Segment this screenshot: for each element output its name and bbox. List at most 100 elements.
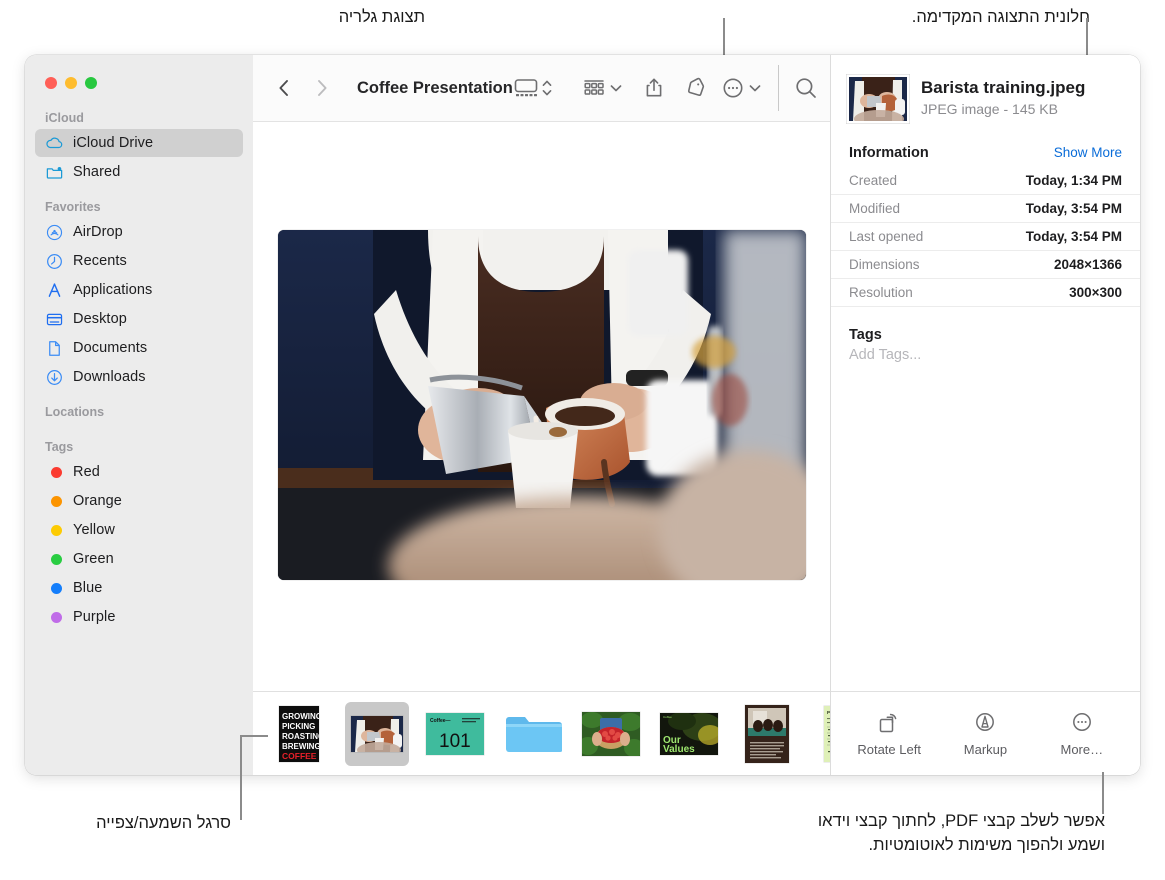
info-key: Created (849, 173, 898, 188)
info-key: Resolution (849, 285, 913, 300)
thumbnail-folder[interactable] (501, 702, 565, 766)
sidebar-group-locations: Locations (25, 405, 253, 422)
tag-dot-icon (45, 492, 64, 511)
rotate-left-icon (879, 713, 897, 732)
sidebar-item-tag-purple[interactable]: Purple (35, 603, 243, 631)
close-button[interactable] (45, 77, 57, 89)
back-button[interactable] (271, 73, 296, 103)
share-button[interactable] (641, 73, 667, 103)
chevron-left-icon (279, 80, 288, 96)
thumbnail-produce-invoice[interactable]: Produce (813, 702, 830, 766)
document-icon (45, 339, 64, 358)
sidebar-item-tag-red[interactable]: Red (35, 458, 243, 486)
info-row-dimensions: Dimensions 2048×1366 (831, 251, 1140, 279)
sidebar-item-label: AirDrop (73, 224, 123, 240)
shared-folder-icon (45, 163, 64, 182)
barista-photo (277, 229, 806, 580)
forward-button[interactable] (310, 73, 335, 103)
sidebar-item-applications[interactable]: Applications (35, 276, 243, 304)
rotate-left-button[interactable]: Rotate Left (843, 711, 935, 757)
sidebar-item-tag-yellow[interactable]: Yellow (35, 516, 243, 544)
file-name: Barista training.jpeg (921, 78, 1086, 97)
thumbnail-growing-picking-roasting[interactable]: GROWING PICKING ROASTING BREWING COFFEE (267, 702, 331, 766)
action-label: Rotate Left (857, 741, 921, 757)
gallery-view-icon (514, 79, 538, 97)
sidebar-item-shared[interactable]: Shared (35, 158, 243, 186)
info-value: Today, 3:54 PM (1025, 229, 1122, 244)
thumbnail-our-values[interactable]: Coffee Our Values (657, 702, 721, 766)
info-row-resolution: Resolution 300×300 (831, 279, 1140, 307)
sidebar-item-label: Red (73, 464, 100, 480)
thumbnail-berries[interactable] (579, 702, 643, 766)
info-row-last-opened: Last opened Today, 3:54 PM (831, 223, 1140, 251)
leader-playback-bar-v (240, 735, 242, 820)
chevron-down-icon (610, 85, 622, 92)
tag-dot-icon (45, 579, 64, 598)
show-more-link[interactable]: Show More (1054, 145, 1122, 160)
barista-thumb-art (849, 77, 907, 121)
info-key: Modified (849, 201, 901, 216)
sidebar-item-desktop[interactable]: Desktop (35, 305, 243, 333)
window-controls (25, 55, 253, 89)
sidebar-item-recents[interactable]: Recents (35, 247, 243, 275)
minimize-button[interactable] (65, 77, 77, 89)
gallery-view-button[interactable] (513, 73, 539, 103)
preview-area (253, 122, 830, 691)
ellipsis-circle-icon (1072, 712, 1091, 731)
chevron-up-down-icon (542, 80, 552, 96)
sidebar-item-label: Recents (73, 253, 127, 269)
berries-photo-art (582, 711, 640, 756)
markup-icon (976, 712, 995, 731)
invoice-document-art: Produce (824, 705, 830, 762)
sidebar-item-airdrop[interactable]: AirDrop (35, 218, 243, 246)
group-by-button[interactable] (580, 73, 606, 103)
sidebar-item-label: Orange (73, 493, 122, 509)
more-actions-button[interactable] (720, 73, 746, 103)
file-thumbnail (849, 77, 907, 121)
thumbnail-barista-training[interactable] (345, 701, 409, 766)
filmstrip[interactable]: GROWING PICKING ROASTING BREWING COFFEE (253, 691, 830, 775)
maximize-button[interactable] (85, 77, 97, 89)
sidebar-section-favorites: Favorites (45, 200, 101, 214)
more-actions-chevron[interactable] (747, 73, 765, 103)
sidebar-item-icloud-drive[interactable]: iCloud Drive (35, 129, 243, 157)
more-button[interactable]: More… (1036, 711, 1128, 757)
group-by-chevron[interactable] (607, 73, 625, 103)
info-value: Today, 1:34 PM (1025, 173, 1122, 188)
svg-text:Coffee—: Coffee— (430, 718, 451, 724)
sidebar-item-label: Green (73, 551, 114, 567)
add-tags-input[interactable]: Add Tags... (831, 347, 1140, 363)
sidebar-item-documents[interactable]: Documents (35, 334, 243, 362)
tag-button[interactable] (680, 73, 706, 103)
sidebar-item-label: Applications (73, 282, 153, 298)
sidebar-item-downloads[interactable]: Downloads (35, 363, 243, 391)
search-button[interactable] (783, 75, 830, 101)
information-title: Information (849, 145, 929, 161)
thumbnail-meeting-doc[interactable] (735, 702, 799, 766)
sidebar-item-tag-orange[interactable]: Orange (35, 487, 243, 515)
content-area: GROWING PICKING ROASTING BREWING COFFEE (253, 122, 830, 775)
tag-dot-icon (45, 521, 64, 540)
clock-icon (45, 252, 64, 271)
tag-dot-icon (45, 463, 64, 482)
inspector-header: Barista training.jpeg JPEG image - 145 K… (831, 55, 1140, 121)
sidebar-item-tag-green[interactable]: Green (35, 545, 243, 573)
sidebar-item-tag-blue[interactable]: Blue (35, 574, 243, 602)
sidebar-item-label: Blue (73, 580, 103, 596)
folder-icon (506, 716, 562, 752)
preview-image[interactable] (277, 229, 806, 580)
svg-text:BREWING: BREWING (282, 742, 319, 751)
slide-101-art: Coffee— 101 (426, 712, 484, 755)
chevron-down-icon (749, 85, 761, 92)
svg-text:Values: Values (663, 744, 695, 755)
file-summary: Barista training.jpeg JPEG image - 145 K… (921, 77, 1085, 117)
toolbar-divider (778, 65, 779, 111)
group-grid-icon (583, 80, 604, 95)
markup-button[interactable]: Markup (939, 711, 1031, 757)
info-value: Today, 3:54 PM (1025, 201, 1122, 216)
finder-window: iCloud iCloud Drive Shared Favorites Air… (25, 55, 1140, 775)
annotation-actions-note: אפשר לשלב קבצי PDF, לחתוך קבצי וידאו ושמ… (817, 812, 1105, 854)
thumbnail-coffee-101[interactable]: Coffee— 101 (423, 702, 487, 766)
view-stepper[interactable] (539, 73, 555, 103)
info-row-created: Created Today, 1:34 PM (831, 167, 1140, 195)
